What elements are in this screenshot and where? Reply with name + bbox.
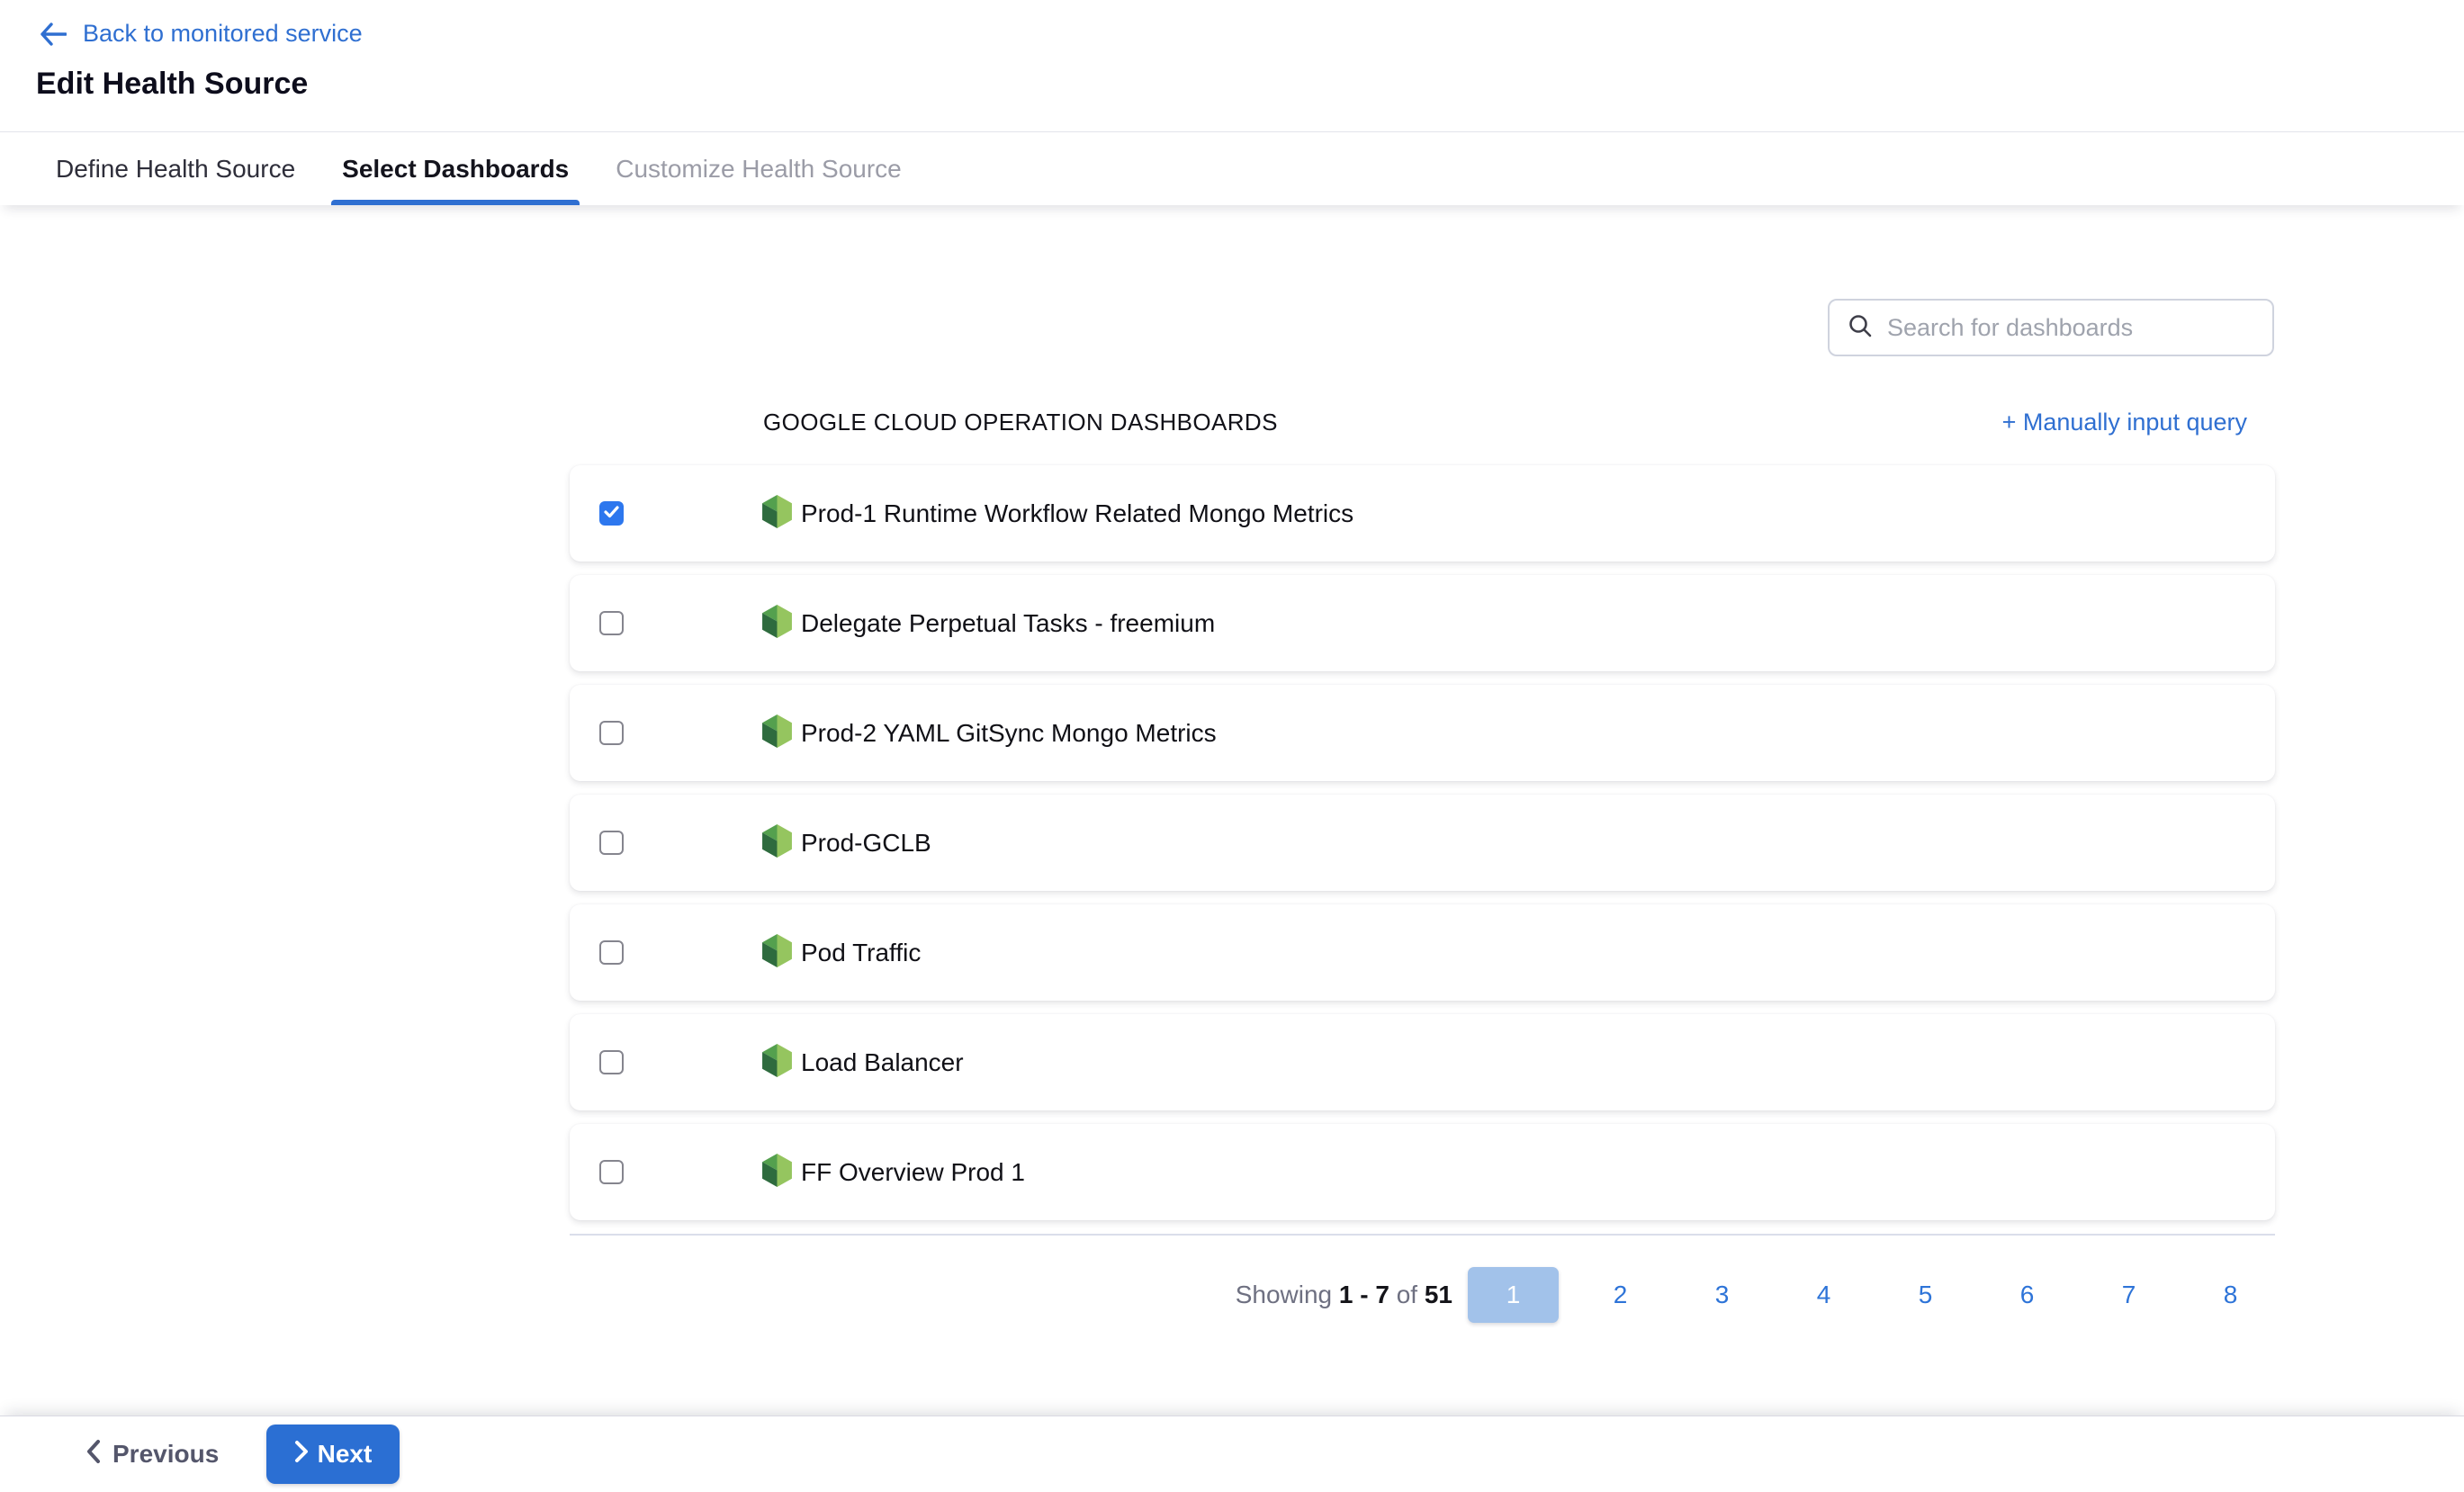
- dashboard-row-label: Pod Traffic: [801, 939, 921, 967]
- dashboard-row-label: Prod-1 Runtime Workflow Related Mongo Me…: [801, 499, 1353, 528]
- dashboard-hexagon-icon: [762, 715, 792, 752]
- dashboard-row[interactable]: FF Overview Prod 1: [570, 1124, 2275, 1220]
- pagination: Showing 1 - 7 of 51 12345678: [570, 1267, 2275, 1323]
- dashboard-hexagon-icon: [762, 495, 792, 533]
- search-icon: [1848, 313, 1873, 343]
- next-button[interactable]: Next: [266, 1425, 400, 1484]
- dashboard-hexagon-icon: [762, 605, 792, 643]
- page-title: Edit Health Source: [36, 67, 308, 102]
- next-label: Next: [318, 1440, 373, 1469]
- dashboard-search-box: [1828, 299, 2274, 356]
- dashboard-hexagon-icon: [762, 1044, 792, 1082]
- search-input[interactable]: [1887, 314, 2254, 342]
- dashboard-row[interactable]: Prod-2 YAML GitSync Mongo Metrics: [570, 685, 2275, 781]
- pagination-summary: Showing 1 - 7 of 51: [1236, 1281, 1452, 1309]
- chevron-right-icon: [294, 1440, 309, 1470]
- previous-label: Previous: [112, 1440, 219, 1469]
- page-strip: 12345678: [1468, 1267, 2281, 1323]
- tab-define-health-source[interactable]: Define Health Source: [56, 132, 295, 205]
- edit-health-source-page: Back to monitored service Edit Health So…: [0, 0, 2464, 1492]
- dashboard-row-label: Delegate Perpetual Tasks - freemium: [801, 609, 1215, 638]
- page-button[interactable]: 4: [1773, 1281, 1875, 1309]
- dashboard-hexagon-icon: [762, 824, 792, 862]
- checkbox-checked[interactable]: [599, 501, 624, 526]
- dashboard-hexagon-icon: [762, 934, 792, 972]
- dashboard-row[interactable]: Prod-GCLB: [570, 795, 2275, 891]
- manually-input-query-link[interactable]: + Manually input query: [2002, 409, 2247, 436]
- tab-customize-health-source[interactable]: Customize Health Source: [616, 132, 901, 205]
- section-title: GOOGLE CLOUD OPERATION DASHBOARDS: [763, 409, 1278, 436]
- page-button[interactable]: 8: [2180, 1281, 2281, 1309]
- dashboard-row-label: Prod-2 YAML GitSync Mongo Metrics: [801, 719, 1217, 748]
- page-button[interactable]: 5: [1875, 1281, 1976, 1309]
- dashboard-row[interactable]: Prod-1 Runtime Workflow Related Mongo Me…: [570, 465, 2275, 562]
- tab-select-dashboards[interactable]: Select Dashboards: [342, 132, 569, 205]
- checkbox-unchecked[interactable]: [599, 1050, 624, 1074]
- tab-bar: Define Health Source Select Dashboards C…: [0, 131, 2464, 205]
- checkbox-unchecked[interactable]: [599, 831, 624, 855]
- previous-button[interactable]: Previous: [85, 1439, 219, 1470]
- checkbox-unchecked[interactable]: [599, 721, 624, 745]
- dashboard-row[interactable]: Delegate Perpetual Tasks - freemium: [570, 575, 2275, 671]
- dashboard-row[interactable]: Pod Traffic: [570, 904, 2275, 1001]
- dashboard-row-label: FF Overview Prod 1: [801, 1158, 1025, 1187]
- dashboard-hexagon-icon: [762, 1154, 792, 1191]
- dashboard-row-label: Load Balancer: [801, 1048, 964, 1077]
- page-button[interactable]: 6: [1976, 1281, 2078, 1309]
- back-to-monitored-service-link[interactable]: Back to monitored service: [40, 20, 363, 48]
- page-button[interactable]: 7: [2078, 1281, 2180, 1309]
- list-divider: [570, 1234, 2275, 1236]
- page-button[interactable]: 3: [1671, 1281, 1773, 1309]
- dashboard-row-label: Prod-GCLB: [801, 829, 931, 858]
- page-button-active[interactable]: 1: [1468, 1267, 1559, 1323]
- dashboard-list: Prod-1 Runtime Workflow Related Mongo Me…: [570, 465, 2275, 1234]
- footer-bar: Previous Next: [0, 1416, 2464, 1492]
- chevron-left-icon: [85, 1439, 102, 1470]
- back-link-label: Back to monitored service: [83, 20, 363, 48]
- back-arrow-icon: [40, 22, 67, 46]
- checkbox-unchecked[interactable]: [599, 940, 624, 965]
- dashboard-row[interactable]: Load Balancer: [570, 1014, 2275, 1110]
- checkbox-unchecked[interactable]: [599, 1160, 624, 1184]
- checkbox-unchecked[interactable]: [599, 611, 624, 635]
- page-button[interactable]: 2: [1569, 1281, 1671, 1309]
